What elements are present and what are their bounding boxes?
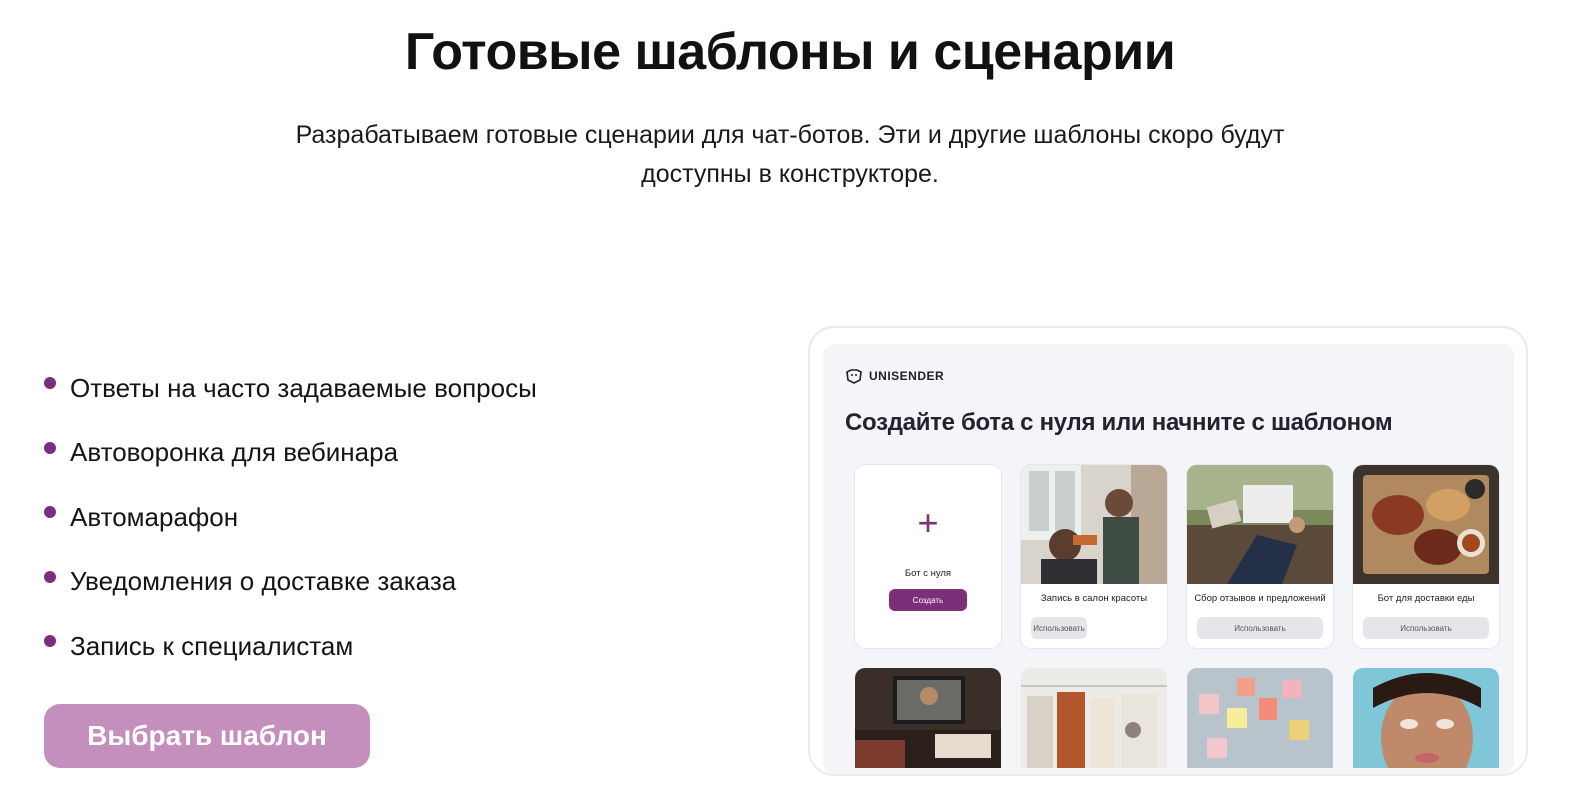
feature-item: Запись к специалистам [44,614,537,679]
sticky-notes-photo [1187,668,1333,768]
page-subtitle: Разрабатываем готовые сценарии для чат-б… [250,116,1330,194]
template-card-feedback[interactable]: Сбор отзывов и предложений Использовать [1187,465,1333,648]
use-template-button[interactable]: Использовать [1031,617,1087,639]
clothing-rack-photo [1021,668,1167,768]
logo-text: UNISENDER [869,369,945,383]
feature-label: Ответы на часто задаваемые вопросы [70,372,537,403]
use-template-button[interactable]: Использовать [1197,617,1323,639]
template-card-beauty-salon[interactable]: Запись в салон красоты Использовать [1021,465,1167,648]
food-photo [1353,465,1499,584]
feature-label: Автоворонка для вебинара [70,437,399,468]
bullet-dot-icon [44,570,56,583]
bullet-dot-icon [44,506,56,519]
makeup-portrait-photo [1353,668,1499,768]
feature-item: Автоворонка для вебинара [44,421,537,486]
feature-item: Ответы на часто задаваемые вопросы [44,356,537,421]
preview-screen: UNISENDER Создайте бота с нуля или начни… [823,344,1514,774]
blank-bot-card[interactable]: + Бот с нуля Создать [855,465,1001,648]
blank-card-label: Бот с нуля [904,568,952,579]
preview-frame: UNISENDER Создайте бота с нуля или начни… [808,326,1528,776]
subtitle-line-2: доступны в конструкторе. [641,160,939,188]
template-label: Сбор отзывов и предложений [1194,593,1326,604]
salon-photo [1021,465,1167,584]
feature-item: Уведомления о доставке заказа [44,550,537,615]
template-card-food-delivery[interactable]: Бот для доставки еды Использовать [1353,465,1499,648]
bullet-dot-icon [44,377,56,390]
template-label: Запись в салон красоты [1040,593,1148,604]
page-title: Готовые шаблоны и сценарии [404,23,1176,81]
feature-item: Автомарафон [44,485,537,550]
feature-label: Запись к специалистам [70,630,354,661]
video-call-photo [855,668,1001,768]
feature-label: Уведомления о доставке заказа [70,566,457,597]
unisender-logo: UNISENDER [845,368,944,384]
bullet-dot-icon [44,441,56,454]
bullet-dot-icon [44,635,56,648]
unisender-logo-icon [846,369,862,384]
template-label: Бот для доставки еды [1377,593,1475,604]
feature-list: Ответы на часто задаваемые вопросы Автов… [44,356,537,679]
choose-template-button[interactable]: Выбрать шаблон [44,704,370,768]
feedback-photo [1187,465,1333,584]
plus-icon: + [917,502,939,543]
preview-title: Создайте бота с нуля или начните с шабло… [845,409,1393,436]
create-button[interactable]: Создать [889,589,967,611]
feature-label: Автомарафон [70,501,239,532]
subtitle-line-1: Разрабатываем готовые сценарии для чат-б… [295,121,1285,149]
use-template-button[interactable]: Использовать [1363,617,1489,639]
